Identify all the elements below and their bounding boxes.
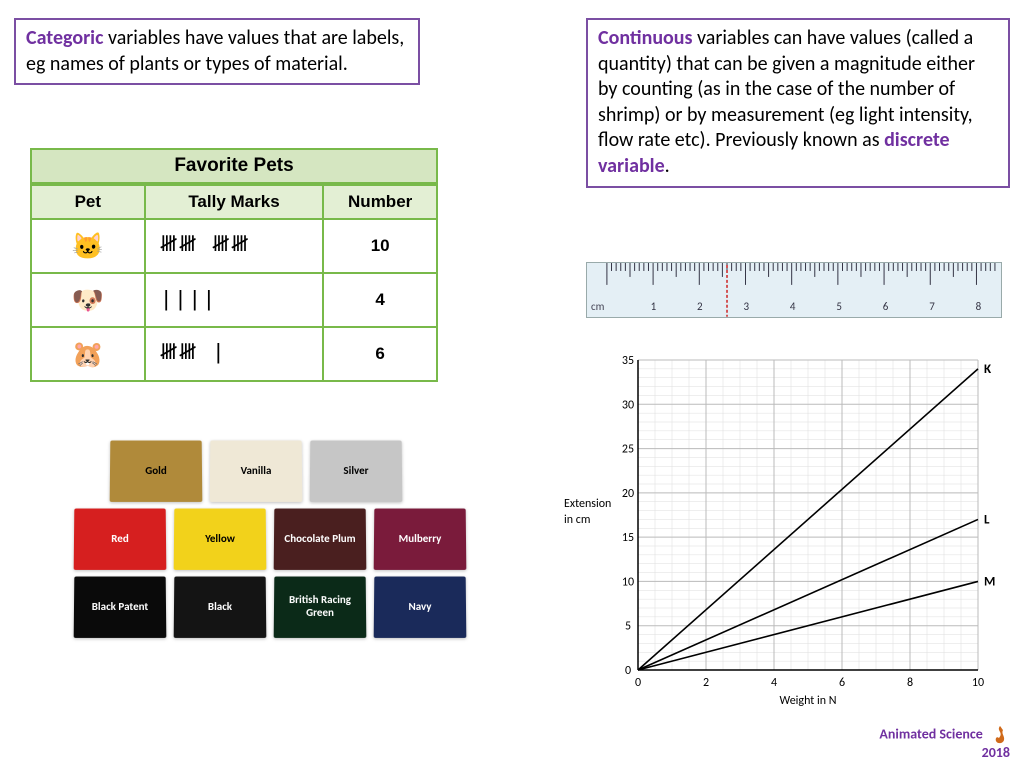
svg-text:0: 0 <box>625 664 631 678</box>
svg-text:20: 20 <box>622 487 634 501</box>
fabric-swatches: GoldVanillaSilver RedYellowChocolate Plu… <box>74 440 474 644</box>
dog-icon: 🐶 <box>72 285 104 315</box>
tally-cell: 𝍸𝍸 𝍸𝍸 <box>145 219 324 273</box>
categoric-definition-box: Categoric variables have values that are… <box>14 18 420 85</box>
number-cell: 6 <box>323 327 437 381</box>
swatch: Gold <box>110 441 203 502</box>
chart-svg: 0 2 4 6 8 10 0 5 10 15 20 25 30 35 Weight in N Extensio… <box>548 340 1008 710</box>
svg-text:25: 25 <box>622 443 634 457</box>
svg-text:L: L <box>984 512 990 527</box>
continuous-keyword: Continuous <box>598 26 693 50</box>
extension-weight-chart: 0 2 4 6 8 10 0 5 10 15 20 25 30 35 Weight in N Extensio… <box>548 340 1008 710</box>
svg-text:35: 35 <box>622 354 634 368</box>
categoric-keyword: Categoric <box>26 26 103 50</box>
svg-text:10: 10 <box>972 676 984 690</box>
swatch: Silver <box>310 441 403 502</box>
flame-icon <box>990 725 1010 745</box>
swatch: British Racing Green <box>274 577 367 638</box>
svg-text:Extension: Extension <box>564 497 611 511</box>
swatch-row: GoldVanillaSilver <box>110 440 474 502</box>
table-row: 🐱 𝍸𝍸 𝍸𝍸 10 <box>31 219 437 273</box>
tally-cell: |||| <box>145 273 324 327</box>
ruler-number: 4 <box>790 300 796 313</box>
ruler-number: 1 <box>651 300 657 313</box>
continuous-definition-box: Continuous variables can have values (ca… <box>586 18 1010 188</box>
ruler-number: 8 <box>976 300 982 313</box>
svg-text:5: 5 <box>625 620 631 634</box>
tally-cell: 𝍸𝍸 | <box>145 327 324 381</box>
pets-table-title: Favorite Pets <box>30 148 438 184</box>
favorite-pets-table: Favorite Pets Pet Tally Marks Number 🐱 𝍸… <box>30 148 438 382</box>
swatch: Chocolate Plum <box>274 509 367 570</box>
swatch: Black <box>174 577 267 638</box>
table-row: 🐶 |||| 4 <box>31 273 437 327</box>
pets-header-pet: Pet <box>31 185 145 219</box>
svg-text:8: 8 <box>907 676 913 690</box>
svg-text:10: 10 <box>622 575 634 589</box>
ruler-number: 2 <box>697 300 703 313</box>
ruler-number: 6 <box>883 300 889 313</box>
swatch: Mulberry <box>374 509 467 570</box>
number-cell: 4 <box>323 273 437 327</box>
ruler-number: 7 <box>929 300 935 313</box>
svg-text:Weight in N: Weight in N <box>779 694 836 708</box>
ruler-number: 5 <box>836 300 842 313</box>
pets-header-tally: Tally Marks <box>145 185 324 219</box>
pets-header-number: Number <box>323 185 437 219</box>
table-row: 🐹 𝍸𝍸 | 6 <box>31 327 437 381</box>
svg-text:in cm: in cm <box>564 513 590 527</box>
svg-text:2: 2 <box>703 676 709 690</box>
swatch: Red <box>74 509 167 570</box>
footer-line1: Animated Science <box>879 725 982 742</box>
swatch: Black Patent <box>74 577 167 638</box>
svg-text:6: 6 <box>839 676 845 690</box>
cat-icon: 🐱 <box>72 231 104 261</box>
svg-text:4: 4 <box>771 676 777 690</box>
ruler-graphic: cm 12345678 <box>586 262 1002 318</box>
swatch: Vanilla <box>210 441 303 502</box>
hamster-icon: 🐹 <box>72 339 104 369</box>
svg-text:30: 30 <box>622 398 634 412</box>
svg-text:15: 15 <box>622 531 634 545</box>
svg-text:M: M <box>984 574 995 589</box>
continuous-tail: . <box>665 154 670 178</box>
ruler-number: 3 <box>743 300 749 313</box>
swatch-row: Black PatentBlackBritish Racing GreenNav… <box>74 576 474 638</box>
swatch: Navy <box>374 577 467 638</box>
swatch-row: RedYellowChocolate PlumMulberry <box>74 508 474 570</box>
pets-tbody: 🐱 𝍸𝍸 𝍸𝍸 10 🐶 |||| 4 🐹 𝍸𝍸 | 6 <box>31 219 437 381</box>
svg-text:0: 0 <box>635 676 641 690</box>
svg-text:K: K <box>984 362 992 377</box>
footer-line2: 2018 <box>982 744 1010 761</box>
swatch: Yellow <box>174 509 267 570</box>
footer-credit: Animated Science 2018 <box>879 725 1010 760</box>
number-cell: 10 <box>323 219 437 273</box>
